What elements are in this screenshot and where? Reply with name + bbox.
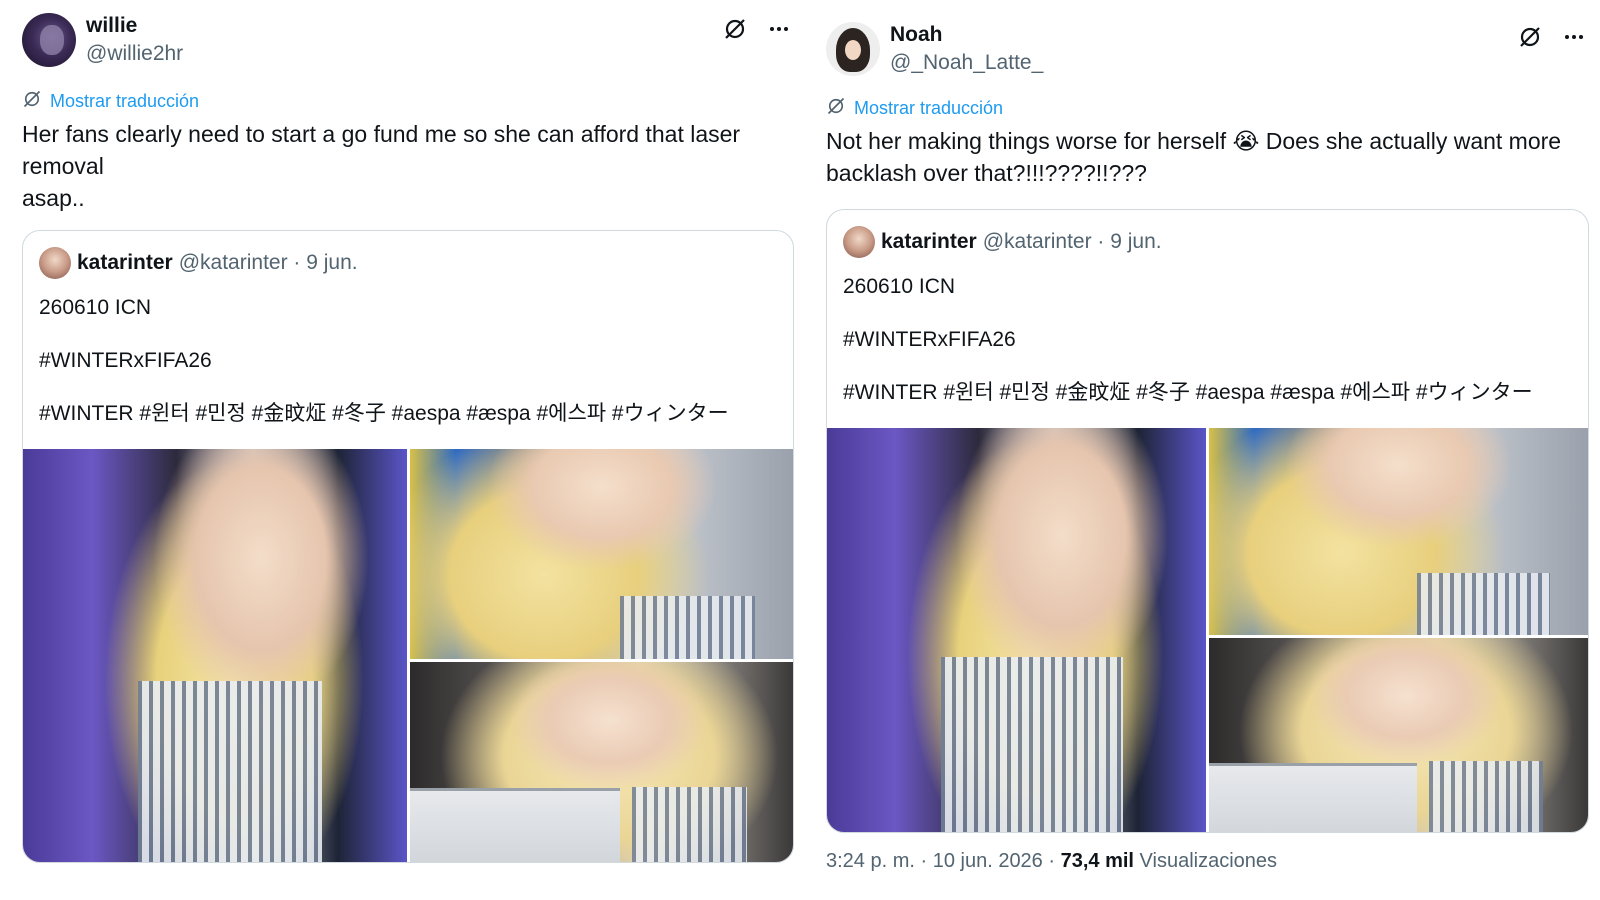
header-actions (722, 16, 792, 42)
tweet-left[interactable]: willie @willie2hr Mostrar traducción Her… (22, 0, 794, 863)
quote-header: katarinter @katarinter · 9 jun. (23, 231, 793, 295)
views-count: 73,4 mil (1060, 850, 1134, 872)
quote-avatar (39, 247, 71, 279)
quoted-tweet[interactable]: katarinter @katarinter · 9 jun. 260610 I… (826, 209, 1589, 833)
quote-body: 260610 ICN #WINTERxFIFA26 #WINTER #윈터 #민… (23, 295, 793, 427)
translate-label: Mostrar traducción (50, 90, 200, 111)
media-grid (827, 428, 1588, 832)
grok-icon[interactable] (1517, 24, 1543, 50)
quote-meta: @katarinter · 9 jun. (982, 230, 1162, 253)
avatar[interactable] (22, 13, 76, 67)
author-name[interactable]: willie (86, 14, 137, 38)
quote-header: katarinter @katarinter · 9 jun. (827, 210, 1588, 274)
quoted-tweet[interactable]: katarinter @katarinter · 9 jun. 260610 I… (22, 230, 794, 863)
views-label: Visualizaciones (1133, 850, 1278, 872)
header-actions (1517, 24, 1587, 50)
grok-icon[interactable] (722, 16, 748, 42)
quote-hashtag-line: #WINTERxFIFA26 (843, 328, 1016, 351)
media-photo[interactable] (409, 661, 793, 862)
author-name[interactable]: Noah (890, 23, 943, 47)
tweet-header: willie @willie2hr (22, 0, 794, 86)
tweet-footer-meta: 3:24 p. m. · 10 jun. 2026 · 73,4 mil Vis… (826, 850, 1277, 873)
media-grid (23, 449, 793, 862)
quote-hashtag-line: #WINTER #윈터 #민정 #金旼炡 #冬子 #aespa #æspa #에… (843, 381, 1533, 404)
tweet-text: Not her making things worse for herself … (826, 128, 1568, 186)
more-icon[interactable] (766, 16, 792, 42)
quote-body: 260610 ICN #WINTERxFIFA26 #WINTER #윈터 #민… (827, 274, 1588, 406)
quote-author-name: katarinter (77, 251, 173, 274)
translate-icon (826, 96, 846, 121)
tweet-text: Her fans clearly need to start a go fund… (22, 121, 741, 211)
quote-meta: @katarinter · 9 jun. (178, 251, 358, 274)
show-translation-link[interactable]: Mostrar traducción (826, 95, 1589, 121)
quote-author-name: katarinter (881, 230, 977, 253)
quote-avatar (843, 226, 875, 258)
media-photo[interactable] (1209, 428, 1588, 635)
more-icon[interactable] (1561, 24, 1587, 50)
media-photo[interactable] (409, 449, 793, 659)
media-photo[interactable] (1209, 637, 1588, 832)
translate-label: Mostrar traducción (854, 97, 1004, 118)
show-translation-link[interactable]: Mostrar traducción (22, 88, 794, 114)
quote-hashtag-line: #WINTER #윈터 #민정 #金旼炡 #冬子 #aespa #æspa #에… (39, 402, 729, 425)
timestamp[interactable]: 3:24 p. m. · 10 jun. 2026 · (826, 850, 1061, 872)
quote-line: 260610 ICN (843, 275, 956, 298)
quote-line: 260610 ICN (39, 296, 152, 319)
author-handle[interactable]: @_Noah_Latte_ (890, 51, 1043, 75)
avatar[interactable] (826, 22, 880, 76)
author-handle[interactable]: @willie2hr (86, 42, 183, 66)
media-photo[interactable] (827, 428, 1206, 832)
tweet-right[interactable]: Noah @_Noah_Latte_ Mostrar traducción No… (826, 0, 1589, 833)
translate-icon (22, 89, 42, 114)
media-photo[interactable] (23, 449, 407, 862)
tweet-header: Noah @_Noah_Latte_ (826, 0, 1589, 86)
quote-hashtag-line: #WINTERxFIFA26 (39, 349, 212, 372)
